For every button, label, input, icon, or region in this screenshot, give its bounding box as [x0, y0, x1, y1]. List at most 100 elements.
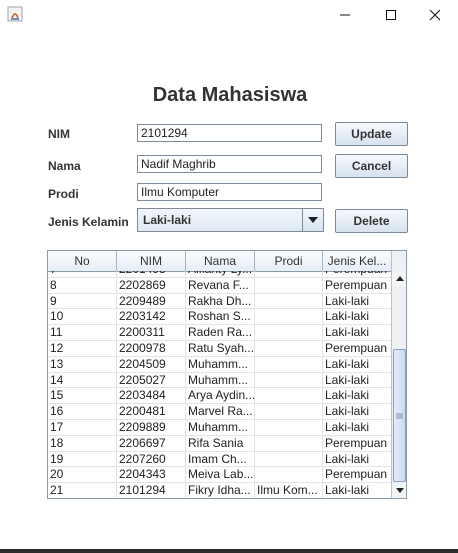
column-header-no[interactable]: No	[48, 251, 117, 271]
column-header-nim[interactable]: NIM	[117, 251, 186, 271]
table-row[interactable]: 20 2204343 Meiva Lab... Perempuan	[48, 467, 391, 484]
close-button[interactable]	[412, 0, 458, 30]
cell-nama[interactable]: Muhamm...	[186, 356, 255, 372]
cell-nim[interactable]: 2204509	[117, 356, 186, 372]
cell-nim[interactable]: 2207260	[117, 451, 186, 467]
cell-jenis-kelamin[interactable]: Laki-laki	[323, 325, 391, 340]
cell-no[interactable]: 13	[48, 356, 117, 372]
table-row[interactable]: 19 2207260 Imam Ch... Laki-laki	[48, 451, 391, 468]
cell-nim[interactable]: 2209889	[117, 419, 186, 435]
cell-nim[interactable]: 2203484	[117, 388, 186, 404]
cell-no[interactable]: 16	[48, 404, 117, 420]
maximize-button[interactable]	[368, 0, 414, 30]
table-row[interactable]: 8 2202869 Revana F... Perempuan	[48, 277, 391, 294]
cell-nim[interactable]: 2203142	[117, 309, 186, 325]
cell-no[interactable]: 9	[48, 293, 117, 309]
cell-nama[interactable]: Fikry Idha...	[186, 483, 255, 498]
cell-no[interactable]: 14	[48, 372, 117, 388]
table-row[interactable]: 21 2101294 Fikry Idha... Ilmu Kom... Laki-la…	[48, 483, 391, 498]
cell-nama[interactable]: Muhamm...	[186, 372, 255, 388]
cell-jenis-kelamin[interactable]: Laki-laki	[323, 404, 391, 419]
cell-nama[interactable]: Revana F...	[186, 277, 255, 293]
cell-prodi[interactable]	[255, 372, 323, 388]
cell-nama[interactable]: Imam Ch...	[186, 451, 255, 467]
table-row[interactable]: 14 2205027 Muhamm... Laki-laki	[48, 372, 391, 389]
cell-jenis-kelamin[interactable]: Perempuan	[323, 467, 391, 482]
cell-nama[interactable]: Alfianty Ly...	[186, 271, 255, 277]
cell-no[interactable]: 11	[48, 325, 117, 341]
cell-nama[interactable]: Roshan S...	[186, 309, 255, 325]
cell-nama[interactable]: Rakha Dh...	[186, 293, 255, 309]
table-row[interactable]: 17 2209889 Muhamm... Laki-laki	[48, 419, 391, 436]
scrollbar-thumb[interactable]	[393, 349, 406, 482]
cell-jenis-kelamin[interactable]: Laki-laki	[323, 309, 391, 324]
cell-nim[interactable]: 2200311	[117, 325, 186, 341]
cell-jenis-kelamin[interactable]: Laki-laki	[323, 452, 391, 467]
cell-nim[interactable]: 2101294	[117, 483, 186, 498]
table-row[interactable]: 9 2209489 Rakha Dh... Laki-laki	[48, 293, 391, 310]
cell-nama[interactable]: Arya Aydin...	[186, 388, 255, 404]
cell-jenis-kelamin[interactable]: Laki-laki	[323, 373, 391, 388]
cell-prodi[interactable]	[255, 340, 323, 356]
cell-prodi[interactable]	[255, 435, 323, 451]
cell-prodi[interactable]	[255, 356, 323, 372]
cell-no[interactable]: 7	[48, 271, 117, 277]
cell-jenis-kelamin[interactable]: Laki-laki	[323, 357, 391, 372]
cell-nim[interactable]: 2209489	[117, 293, 186, 309]
cell-no[interactable]: 8	[48, 277, 117, 293]
prodi-field[interactable]: Ilmu Komputer	[137, 183, 322, 201]
cell-no[interactable]: 12	[48, 340, 117, 356]
cell-jenis-kelamin[interactable]: Laki-laki	[323, 420, 391, 435]
dropdown-arrow-button[interactable]	[302, 209, 323, 231]
table-row[interactable]: 15 2203484 Arya Aydin... Laki-laki	[48, 388, 391, 405]
cell-prodi[interactable]	[255, 451, 323, 467]
cell-nama[interactable]: Muhamm...	[186, 419, 255, 435]
cell-prodi[interactable]	[255, 271, 323, 277]
cell-no[interactable]: 18	[48, 435, 117, 451]
cancel-button[interactable]: Cancel	[335, 154, 408, 178]
cell-no[interactable]: 17	[48, 419, 117, 435]
table-row[interactable]: 12 2200978 Ratu Syah... Perempuan	[48, 340, 391, 357]
cell-nim[interactable]: 2206697	[117, 435, 186, 451]
cell-prodi[interactable]	[255, 277, 323, 293]
nama-field[interactable]: Nadif Maghrib	[137, 155, 322, 173]
table-row[interactable]: 11 2200311 Raden Ra... Laki-laki	[48, 325, 391, 341]
cell-prodi[interactable]	[255, 309, 323, 325]
cell-prodi[interactable]	[255, 404, 323, 420]
cell-nim[interactable]: 2204343	[117, 467, 186, 483]
column-header-prodi[interactable]: Prodi	[255, 251, 323, 271]
cell-jenis-kelamin[interactable]: Laki-laki	[323, 388, 391, 403]
cell-prodi[interactable]	[255, 293, 323, 309]
column-header-jenis-kelamin[interactable]: Jenis Kel...	[323, 251, 391, 271]
cell-no[interactable]: 10	[48, 309, 117, 325]
cell-nama[interactable]: Raden Ra...	[186, 325, 255, 341]
jenis-kelamin-dropdown[interactable]: Laki-laki	[137, 208, 324, 232]
cell-prodi[interactable]	[255, 325, 323, 341]
cell-nim[interactable]: 2200481	[117, 404, 186, 420]
cell-jenis-kelamin[interactable]: Perempuan	[323, 271, 391, 277]
table-row[interactable]: 10 2203142 Roshan S... Laki-laki	[48, 309, 391, 326]
table-row[interactable]: 13 2204509 Muhamm... Laki-laki	[48, 356, 391, 373]
cell-nama[interactable]: Meiva Lab...	[186, 467, 255, 483]
cell-nim[interactable]: 2200978	[117, 340, 186, 356]
nim-field[interactable]: 2101294	[137, 124, 322, 142]
cell-no[interactable]: 20	[48, 467, 117, 483]
cell-jenis-kelamin[interactable]: Perempuan	[323, 278, 391, 293]
column-header-nama[interactable]: Nama	[186, 251, 255, 271]
cell-jenis-kelamin[interactable]: Perempuan	[323, 341, 391, 356]
cell-prodi[interactable]	[255, 388, 323, 404]
minimize-button[interactable]	[322, 0, 368, 30]
cell-jenis-kelamin[interactable]: Perempuan	[323, 436, 391, 451]
cell-nama[interactable]: Marvel Ra...	[186, 404, 255, 420]
cell-nama[interactable]: Ratu Syah...	[186, 340, 255, 356]
scroll-up-button[interactable]	[392, 271, 406, 286]
cell-nama[interactable]: Rifa Sania	[186, 435, 255, 451]
update-button[interactable]: Update	[335, 122, 408, 146]
delete-button[interactable]: Delete	[335, 209, 408, 233]
cell-no[interactable]: 21	[48, 483, 117, 498]
cell-prodi[interactable]	[255, 467, 323, 483]
cell-nim[interactable]: 2202869	[117, 277, 186, 293]
vertical-scrollbar[interactable]	[391, 251, 406, 498]
cell-jenis-kelamin[interactable]: Laki-laki	[323, 483, 391, 498]
cell-no[interactable]: 15	[48, 388, 117, 404]
